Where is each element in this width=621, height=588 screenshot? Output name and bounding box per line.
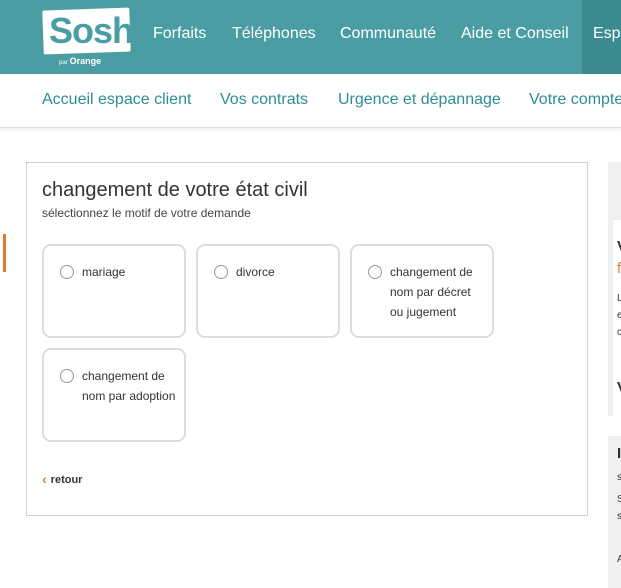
subnav-item-contrats[interactable]: Vos contrats [220, 74, 308, 126]
subnav-item-accueil[interactable]: Accueil espace client [42, 74, 191, 126]
civil-status-form-card: changement de votre état civil sélection… [26, 162, 588, 516]
logo-subtitle: par Orange [59, 56, 101, 66]
chevron-left-icon: ‹ [42, 471, 47, 487]
sidebar-text: S [617, 494, 621, 505]
option-divorce[interactable]: divorce [196, 244, 340, 338]
sidebar-text: V [617, 238, 621, 255]
subnav-item-compte[interactable]: Votre compte [529, 74, 621, 126]
active-section-marker [3, 234, 6, 272]
logo-text: Sosh [49, 10, 134, 51]
sidebar-text: s [617, 511, 621, 522]
page-title: changement de votre état civil [42, 179, 308, 201]
option-label: changement de nom par adoption [82, 369, 176, 403]
option-mariage[interactable]: mariage [42, 244, 186, 338]
sidebar-text: A [617, 554, 621, 565]
sidebar-text: L [617, 293, 621, 304]
option-label: mariage [82, 265, 126, 279]
option-changement-nom-decret[interactable]: changement de nom par décret ou jugement [350, 244, 494, 338]
nav-item-telephones[interactable]: Téléphones [232, 0, 316, 74]
page-subtitle: sélectionnez le motif de votre demande [42, 206, 251, 220]
secondary-navigation: Accueil espace client Vos contrats Urgen… [0, 74, 621, 128]
nav-item-aide-et-conseil[interactable]: Aide et Conseil [461, 0, 569, 74]
sidebar-text: V [617, 379, 621, 396]
radio-button[interactable] [60, 265, 74, 279]
logo-sub-brand: Orange [69, 56, 102, 66]
nav-item-forfaits[interactable]: Forfaits [153, 0, 206, 74]
sidebar-text: c [617, 327, 621, 338]
back-link-label: retour [50, 474, 83, 486]
option-label: changement de nom par décret ou jugement [390, 265, 473, 319]
top-navigation: Sosh par Orange Forfaits Téléphones Commu… [0, 0, 621, 74]
sidebar-text: f [617, 260, 621, 277]
sidebar-text: s [617, 472, 621, 483]
radio-button[interactable] [368, 265, 382, 279]
nav-item-communaute[interactable]: Communauté [340, 0, 436, 74]
back-link[interactable]: ‹ retour [42, 471, 82, 487]
logo-sub-prefix: par [59, 60, 68, 66]
nav-item-espace-client[interactable]: Esp [582, 0, 621, 74]
option-label: divorce [236, 265, 275, 279]
radio-button[interactable] [60, 369, 74, 383]
sosh-logo[interactable]: Sosh par Orange [42, 7, 134, 67]
option-changement-nom-adoption[interactable]: changement de nom par adoption [42, 348, 186, 442]
sidebar-text: e [617, 310, 621, 321]
subnav-item-urgence[interactable]: Urgence et dépannage [338, 74, 501, 126]
sidebar-box-1 [608, 162, 621, 416]
radio-button[interactable] [214, 265, 228, 279]
sidebar-text: I [617, 445, 621, 462]
